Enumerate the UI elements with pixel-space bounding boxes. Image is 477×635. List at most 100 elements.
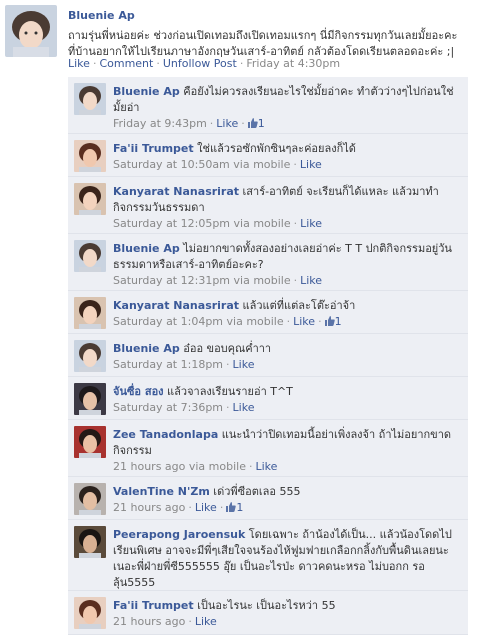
comment-item: จันซื่อ สอง แล้วจาลงเรียนรายอ่า T^T Satur… (68, 377, 468, 420)
comment-item: Fa'ii Trumpet เป็นอะไรนะ เป็นอะไรหว่า 55… (68, 591, 468, 635)
comment-like-link[interactable]: Like (293, 315, 315, 328)
comment-like-link[interactable]: Like (300, 158, 322, 171)
comment-text: เป็นอะไรนะ เป็นอะไรหว่า 55 (193, 599, 336, 612)
commenter-name-link[interactable]: Fa'ii Trumpet (113, 599, 194, 612)
comment-like-link[interactable]: Like (216, 117, 238, 130)
like-count[interactable]: 1 (226, 501, 243, 514)
comment-timestamp[interactable]: Saturday at 1:18pm (113, 358, 223, 371)
comment-meta: Saturday at 1:18pm · Like (113, 357, 463, 373)
comment-timestamp[interactable]: Friday at 9:43pm (113, 117, 207, 130)
author-avatar[interactable] (5, 5, 57, 57)
comment-text: ใช่แล้วรอซักพักซินๆละค่อยลงก็ได้ (193, 142, 356, 155)
commenter-name-link[interactable]: Zee Tanadonlapa (113, 428, 218, 441)
commenter-avatar[interactable] (74, 597, 106, 629)
commenter-avatar[interactable] (74, 526, 106, 558)
commenter-name-link[interactable]: Bluenie Ap (113, 85, 180, 98)
comment-meta: Saturday at 12:05pm via mobile · Like (113, 216, 463, 232)
commenter-name-link[interactable]: ValenTine N'Zm (113, 485, 210, 498)
comment-item: Bluenie Ap คือยังไม่ควรลงเรียนอะไรใช่มั้… (68, 77, 468, 134)
post-text: ถามรุ่นพี่หน่อยค่ะ ช่วงก่อนเปิดเทอมถึงเป… (68, 29, 458, 58)
comment-item: Fa'ii Trumpet ใช่แล้วรอซักพักซินๆละค่อยล… (68, 134, 468, 177)
commenter-avatar[interactable] (74, 483, 106, 515)
commenter-avatar[interactable] (74, 340, 106, 372)
commenter-avatar[interactable] (74, 426, 106, 458)
comment-item: Peerapong Jaroensuk โดยเฉพาะ ถ้าน้องได้เ… (68, 520, 468, 605)
comment-item: Kanyarat Nanasrirat แล้วแต่ที่แต่ละโต๊ะอ… (68, 291, 468, 334)
post-timestamp[interactable]: Friday at 4:30pm (246, 57, 340, 70)
post-actions: Like · Comment · Unfollow Post · Friday at 4:3… (68, 57, 468, 70)
like-count[interactable]: 1 (324, 315, 342, 328)
separator-dot: · (226, 358, 230, 371)
comment-body: Zee Tanadonlapa แนะนำว่าปิดเทอมนี้อย่าเพ… (113, 427, 463, 475)
comment-timestamp[interactable]: Saturday at 12:31pm via mobile (113, 274, 291, 287)
comment-like-link[interactable]: Like (195, 615, 217, 628)
separator-dot: · (92, 57, 97, 70)
comment-body: จันซื่อ สอง แล้วจาลงเรียนรายอ่า T^T Satur… (113, 384, 463, 416)
comment-item: Zee Tanadonlapa แนะนำว่าปิดเทอมนี้อย่าเพ… (68, 420, 468, 477)
commenter-name-link[interactable]: Kanyarat Nanasrirat (113, 299, 239, 312)
comment-timestamp[interactable]: Saturday at 12:05pm via mobile (113, 217, 291, 230)
unfollow-post-link[interactable]: Unfollow Post (163, 57, 237, 70)
comment-body: Kanyarat Nanasrirat แล้วแต่ที่แต่ละโต๊ะอ… (113, 298, 463, 330)
thumbs-up-icon (247, 117, 258, 130)
post-author-link[interactable]: Bluenie Ap (68, 9, 468, 22)
commenter-name-link[interactable]: Fa'ii Trumpet (113, 142, 194, 155)
comment-body: Fa'ii Trumpet เป็นอะไรนะ เป็นอะไรหว่า 55… (113, 598, 463, 630)
commenter-name-link[interactable]: Kanyarat Nanasrirat (113, 185, 239, 198)
like-count-number: 1 (236, 501, 244, 514)
commenter-avatar[interactable] (74, 183, 106, 215)
commenter-name-link[interactable]: Bluenie Ap (113, 242, 180, 255)
comment-like-link[interactable]: Like (300, 217, 322, 230)
like-link[interactable]: Like (68, 57, 90, 70)
comment-timestamp[interactable]: 21 hours ago (113, 615, 185, 628)
comment-timestamp[interactable]: Saturday at 10:50am via mobile (113, 158, 290, 171)
commenter-avatar[interactable] (74, 297, 106, 329)
comment-body: ValenTine N'Zm เด่วพี่ซีอตเลอ 555 21 hour… (113, 484, 463, 516)
comment-timestamp[interactable]: Saturday at 7:36pm (113, 401, 223, 414)
thumbs-up-icon (226, 501, 237, 514)
comment-meta: Saturday at 10:50am via mobile · Like (113, 157, 463, 173)
comment-meta: 21 hours ago·Like (113, 614, 463, 630)
comment-body: Kanyarat Nanasrirat เสาร์-อาทิตย์ จะเรีย… (113, 184, 463, 232)
commenter-name-link[interactable]: Peerapong Jaroensuk (113, 528, 245, 541)
comment-like-link[interactable]: Like (233, 401, 255, 414)
like-count-number: 1 (334, 315, 342, 328)
separator-dot: · (241, 117, 245, 130)
comment-body: Bluenie Ap อ๋ออ ขอบคุณค่ำาา Saturday at 1… (113, 341, 463, 373)
comment-body: Fa'ii Trumpet ใช่แล้วรอซักพักซินๆละค่อยล… (113, 141, 463, 173)
comment-text: แล้วจาลงเรียนรายอ่า T^T (163, 385, 293, 398)
comment-timestamp[interactable]: 21 hours ago via mobile (113, 460, 246, 473)
commenter-name-link[interactable]: จันซื่อ สอง (113, 385, 164, 398)
comment-like-link[interactable]: Like (300, 274, 322, 287)
commenter-name-link[interactable]: Bluenie Ap (113, 342, 180, 355)
comment-meta: Friday at 9:43pm · Like · 1 (113, 116, 463, 132)
comment-like-link[interactable]: Like (195, 501, 217, 514)
comment-meta: Saturday at 1:04pm via mobile · Like · 1 (113, 314, 463, 330)
comment-item: Bluenie Ap อ๋ออ ขอบคุณค่ำาา Saturday at 1… (68, 334, 468, 377)
like-count-number: 1 (257, 117, 265, 130)
commenter-avatar[interactable] (74, 140, 106, 172)
comment-text: แล้วแต่ที่แต่ละโต๊ะอ่าจ้า (239, 299, 356, 312)
comment-meta: 21 hours ago · Like · 1 (113, 500, 463, 516)
separator-dot: · (293, 158, 297, 171)
comment-meta: Saturday at 12:31pm via mobile · Like (113, 273, 463, 289)
like-count[interactable]: 1 (247, 117, 265, 130)
comment-meta: 21 hours ago via mobile · Like (113, 459, 463, 475)
separator-dot: · (293, 217, 298, 230)
separator-dot: · (226, 401, 230, 414)
commenter-avatar[interactable] (74, 240, 106, 272)
comment-timestamp[interactable]: 21 hours ago (113, 501, 185, 514)
comment-body: Bluenie Ap ไม่อยากขาดทั้งสองอย่างเลยอ่าค… (113, 241, 463, 289)
commenter-avatar[interactable] (74, 383, 106, 415)
comment-body: Bluenie Ap คือยังไม่ควรลงเรียนอะไรใช่มั้… (113, 84, 463, 132)
separator-dot: · (318, 315, 322, 328)
thumbs-up-icon (324, 315, 335, 328)
comment-timestamp[interactable]: Saturday at 1:04pm via mobile (113, 315, 284, 328)
separator-dot: · (156, 57, 160, 70)
comment-link[interactable]: Comment (99, 57, 153, 70)
commenter-avatar[interactable] (74, 83, 106, 115)
comment-like-link[interactable]: Like (255, 460, 277, 473)
comment-like-link[interactable]: Like (233, 358, 255, 371)
comment-meta: Saturday at 7:36pm · Like (113, 400, 463, 416)
comment-item: Bluenie Ap ไม่อยากขาดทั้งสองอย่างเลยอ่าค… (68, 234, 468, 291)
